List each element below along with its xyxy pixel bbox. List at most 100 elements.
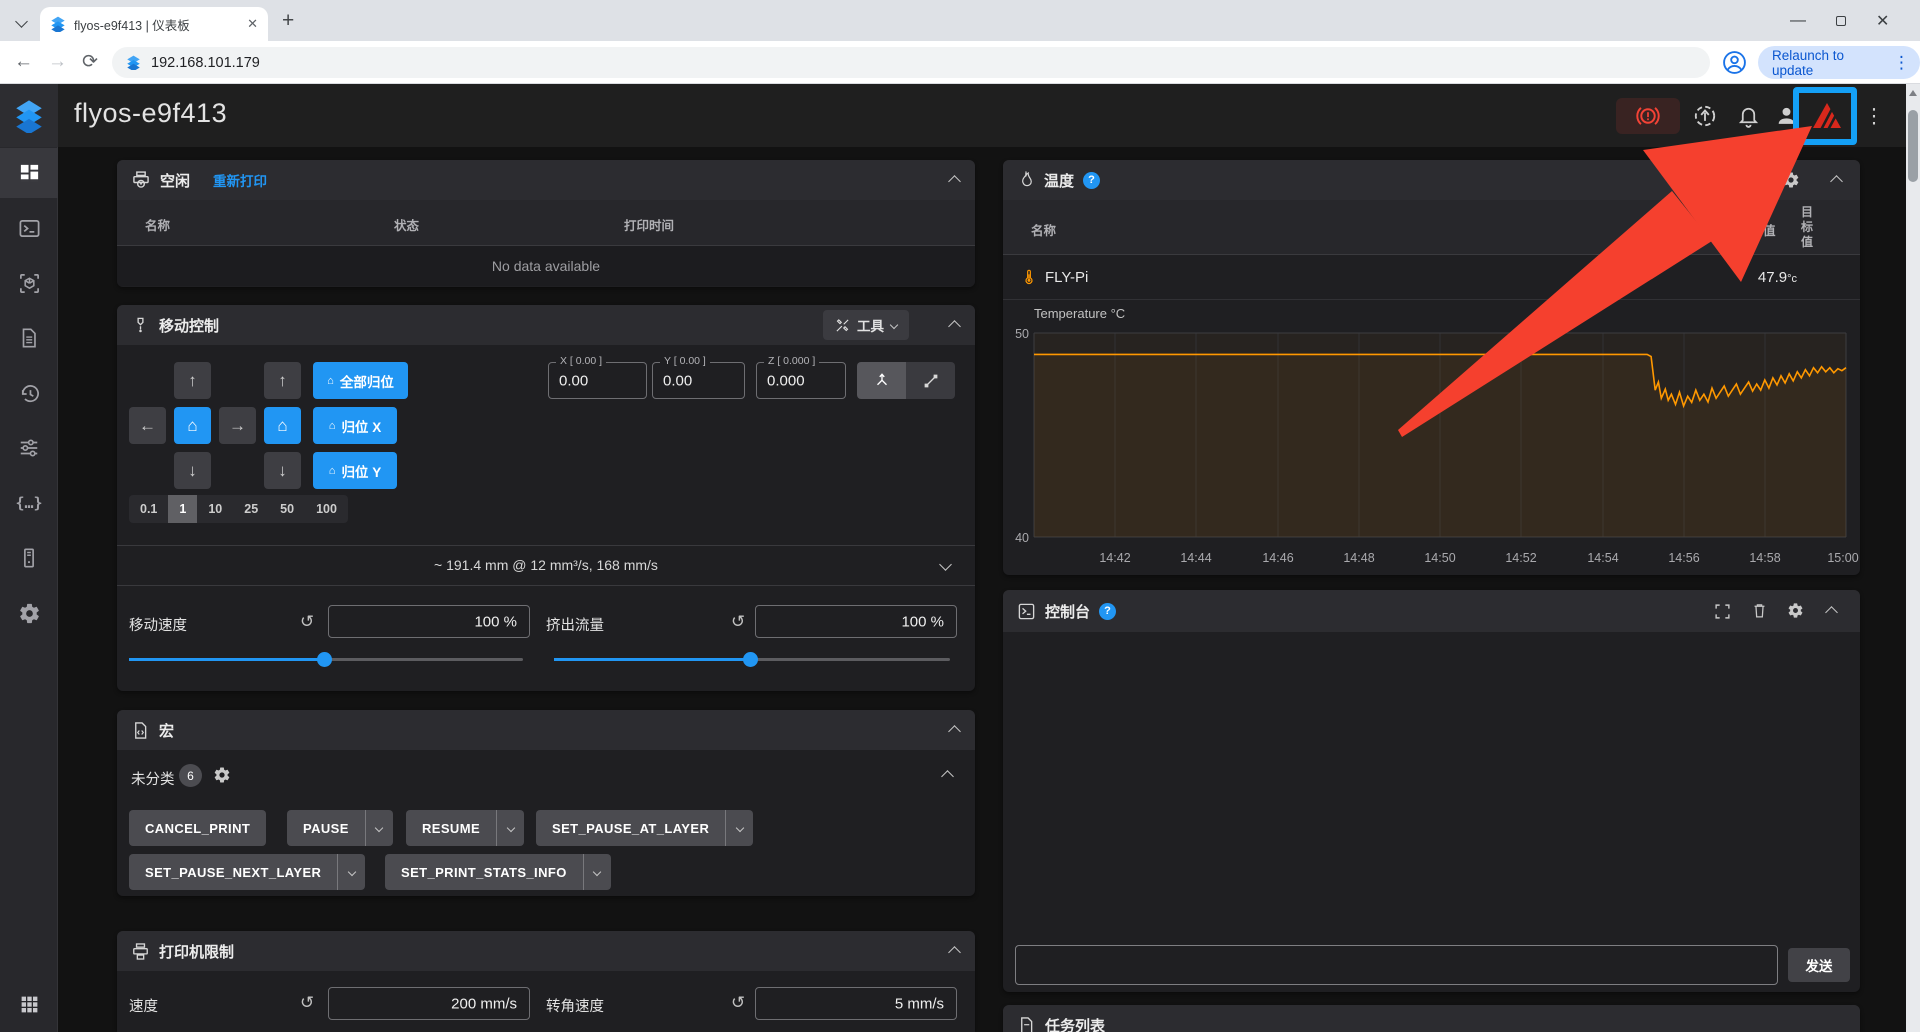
move-x-plus-button[interactable]: → bbox=[219, 407, 256, 444]
sidebar-item-apps[interactable] bbox=[0, 979, 58, 1029]
console-help-icon[interactable]: ? bbox=[1099, 603, 1116, 620]
url-bar[interactable]: 192.168.101.179 bbox=[112, 47, 1710, 78]
jobs-panel-header[interactable]: 任务列表 bbox=[1003, 1005, 1860, 1032]
velocity-input[interactable]: 200 mm/s bbox=[328, 987, 530, 1020]
home-xy-button[interactable]: ⌂ bbox=[174, 407, 211, 444]
move-y-minus-button[interactable]: ↓ bbox=[174, 452, 211, 489]
status-collapse-icon[interactable] bbox=[948, 175, 961, 188]
console-input[interactable] bbox=[1015, 945, 1778, 985]
macro-set-pause-next-layer-dropdown[interactable] bbox=[337, 854, 365, 890]
macros-collapse-icon[interactable] bbox=[948, 725, 961, 738]
step-0.1[interactable]: 0.1 bbox=[129, 495, 168, 523]
console-trash-icon[interactable] bbox=[1751, 602, 1768, 619]
sidebar-item-tune[interactable] bbox=[0, 423, 58, 473]
vector-mode-button[interactable] bbox=[906, 362, 955, 399]
limits-collapse-icon[interactable] bbox=[948, 946, 961, 959]
macro-resume-button[interactable]: RESUME bbox=[406, 810, 524, 846]
home-all-button[interactable]: ⌂全部归位 bbox=[313, 362, 408, 399]
scv-reset-icon[interactable]: ↺ bbox=[731, 993, 745, 1013]
window-minimize-button[interactable]: — bbox=[1790, 12, 1806, 30]
emergency-stop-button[interactable] bbox=[1616, 98, 1680, 134]
macro-set-print-stats-info-dropdown[interactable] bbox=[583, 854, 611, 890]
move-x-minus-button[interactable]: ← bbox=[129, 407, 166, 444]
macro-set-pause-at-layer-dropdown[interactable] bbox=[725, 810, 753, 846]
sidebar-item-macros[interactable]: {…} bbox=[0, 478, 58, 528]
console-settings-gear-icon[interactable] bbox=[1787, 602, 1804, 619]
window-close-button[interactable]: ✕ bbox=[1876, 11, 1889, 31]
move-summary[interactable]: ~ 191.4 mm @ 12 mm³/s, 168 mm/s bbox=[117, 545, 975, 585]
step-100[interactable]: 100 bbox=[305, 495, 348, 523]
speed-reset-icon[interactable]: ↺ bbox=[300, 612, 314, 632]
reload-icon[interactable]: ⟳ bbox=[82, 51, 98, 74]
flow-slider[interactable] bbox=[554, 658, 950, 661]
speed-slider[interactable] bbox=[129, 658, 523, 661]
home-y-button[interactable]: ⌂归位 Y bbox=[313, 452, 397, 489]
console-fullscreen-icon[interactable] bbox=[1714, 603, 1731, 620]
macros-panel-header[interactable]: 宏 bbox=[117, 710, 975, 750]
back-icon[interactable]: ← bbox=[14, 51, 33, 73]
macro-set-print-stats-info-button[interactable]: SET_PRINT_STATS_INFO bbox=[385, 854, 611, 890]
step-10[interactable]: 10 bbox=[197, 495, 233, 523]
temperature-settings-gear-icon[interactable] bbox=[1782, 171, 1800, 189]
speed-input[interactable]: 100 % bbox=[328, 605, 530, 638]
scrollbar-up-arrow-icon[interactable] bbox=[1909, 90, 1917, 96]
macro-cancel-print-button[interactable]: CANCEL_PRINT bbox=[129, 810, 266, 846]
update-locate-button[interactable] bbox=[1692, 103, 1718, 129]
move-y-plus-button[interactable]: ↑ bbox=[174, 362, 211, 399]
sidebar-item-jobs[interactable] bbox=[0, 313, 58, 363]
tab-search-button[interactable] bbox=[8, 8, 34, 34]
app-logo[interactable] bbox=[0, 84, 58, 147]
forward-icon[interactable]: → bbox=[48, 51, 67, 73]
new-tab-button[interactable]: + bbox=[282, 9, 294, 33]
window-maximize-button[interactable] bbox=[1836, 16, 1846, 26]
macro-pause-button[interactable]: PAUSE bbox=[287, 810, 393, 846]
console-panel-header[interactable]: 控制台 ? bbox=[1003, 590, 1860, 632]
velocity-reset-icon[interactable]: ↺ bbox=[300, 993, 314, 1013]
profile-icon[interactable] bbox=[1722, 50, 1747, 75]
console-log-area[interactable] bbox=[1003, 632, 1860, 932]
axis-mode-button[interactable] bbox=[857, 362, 906, 399]
move-z-plus-button[interactable]: ↑ bbox=[264, 362, 301, 399]
flow-input[interactable]: 100 % bbox=[755, 605, 957, 638]
move-z-minus-button[interactable]: ↓ bbox=[264, 452, 301, 489]
relaunch-to-update-button[interactable]: Relaunch to update ⋮ bbox=[1758, 46, 1920, 79]
macro-pause-dropdown[interactable] bbox=[365, 810, 393, 846]
console-send-button[interactable]: 发送 bbox=[1788, 948, 1850, 982]
temperature-help-icon[interactable]: ? bbox=[1083, 172, 1100, 189]
macro-category-collapse-icon[interactable] bbox=[941, 770, 954, 783]
status-panel-header[interactable]: 空闲 重新打印 bbox=[117, 160, 975, 200]
y-position-field[interactable]: Y [ 0.00 ]0.00 bbox=[652, 362, 745, 399]
x-position-field[interactable]: X [ 0.00 ]0.00 bbox=[548, 362, 647, 399]
sidebar-item-console[interactable] bbox=[0, 203, 58, 253]
reprint-button[interactable]: 重新打印 bbox=[213, 170, 267, 190]
scrollbar-thumb[interactable] bbox=[1908, 110, 1918, 182]
scv-input[interactable]: 5 mm/s bbox=[755, 987, 957, 1020]
macro-set-pause-next-layer-button[interactable]: SET_PAUSE_NEXT_LAYER bbox=[129, 854, 365, 890]
macro-resume-dropdown[interactable] bbox=[496, 810, 524, 846]
step-1[interactable]: 1 bbox=[168, 495, 197, 523]
macro-set-pause-at-layer-button[interactable]: SET_PAUSE_AT_LAYER bbox=[536, 810, 753, 846]
z-position-field[interactable]: Z [ 0.000 ]0.000 bbox=[756, 362, 846, 399]
home-x-button[interactable]: ⌂归位 X bbox=[313, 407, 397, 444]
limits-panel-header[interactable]: 打印机限制 bbox=[117, 931, 975, 971]
sidebar-item-history[interactable] bbox=[0, 368, 58, 418]
sidebar-item-dashboard[interactable] bbox=[0, 148, 58, 198]
step-25[interactable]: 25 bbox=[233, 495, 269, 523]
browser-menu-kebab-icon[interactable]: ⋮ bbox=[1889, 53, 1914, 73]
notifications-button[interactable] bbox=[1736, 103, 1761, 128]
home-z-button[interactable]: ⌂ bbox=[264, 407, 301, 444]
temperature-chart[interactable]: Temperature °C 50 40 14:42 14:44 14:46 bbox=[1003, 300, 1860, 575]
step-50[interactable]: 50 bbox=[269, 495, 305, 523]
sidebar-item-settings[interactable] bbox=[0, 588, 58, 638]
temperature-presets-button[interactable] bbox=[1678, 166, 1736, 196]
tools-dropdown-button[interactable]: 工具 bbox=[823, 310, 909, 340]
tab-close-icon[interactable]: ✕ bbox=[247, 16, 258, 32]
sidebar-item-machine[interactable] bbox=[0, 533, 58, 583]
sidebar-item-gcode-preview[interactable] bbox=[0, 258, 58, 308]
page-scrollbar[interactable] bbox=[1906, 84, 1920, 1032]
browser-tab[interactable]: flyos-e9f413 | 仪表板 ✕ bbox=[40, 7, 268, 41]
sensor-row-fly-pi[interactable]: FLY-Pi 47.9°c bbox=[1003, 255, 1860, 300]
macro-settings-gear-icon[interactable] bbox=[213, 766, 231, 784]
app-menu-kebab-icon[interactable]: ⋮ bbox=[1864, 103, 1884, 128]
flow-reset-icon[interactable]: ↺ bbox=[731, 612, 745, 632]
